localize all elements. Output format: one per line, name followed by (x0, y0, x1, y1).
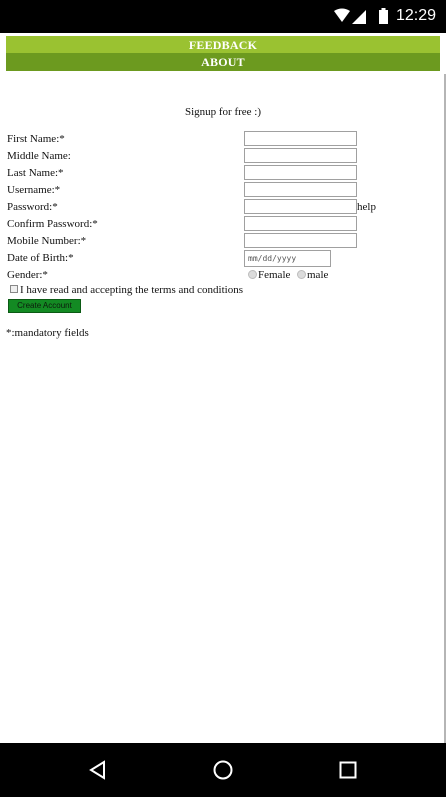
dob-input[interactable]: mm/dd/yyyy (244, 250, 331, 267)
nav-about[interactable]: ABOUT (6, 53, 440, 71)
battery-icon (379, 10, 388, 24)
first-name-label: First Name:* (7, 133, 65, 145)
first-name-row: First Name:* (7, 131, 437, 148)
username-row: Username:* (7, 182, 437, 199)
password-label: Password:* (7, 201, 58, 213)
mobile-row: Mobile Number:* (7, 233, 437, 250)
status-icons (334, 8, 388, 24)
gender-label: Gender:* (7, 269, 48, 281)
dob-row: Date of Birth:* mm/dd/yyyy (7, 250, 437, 267)
create-account-button[interactable]: Create Account (8, 299, 81, 313)
nav-feedback[interactable]: FEEDBACK (6, 36, 440, 54)
wifi-icon (334, 8, 350, 22)
home-icon[interactable] (211, 758, 235, 782)
password-input[interactable] (244, 199, 357, 214)
password-row: Password:* help (7, 199, 437, 216)
confirm-password-label: Confirm Password:* (7, 218, 98, 230)
password-help-link[interactable]: help (357, 201, 376, 213)
signup-heading: Signup for free :) (184, 106, 262, 118)
confirm-password-input[interactable] (244, 216, 357, 231)
first-name-input[interactable] (244, 131, 357, 146)
last-name-input[interactable] (244, 165, 357, 180)
username-input[interactable] (244, 182, 357, 197)
dob-label: Date of Birth:* (7, 252, 74, 264)
middle-name-label: Middle Name: (7, 150, 71, 162)
username-label: Username:* (7, 184, 61, 196)
android-nav-bar (0, 743, 446, 797)
mobile-input[interactable] (244, 233, 357, 248)
gender-female-radio[interactable] (248, 270, 257, 279)
gender-female-label: Female (258, 269, 291, 281)
back-icon[interactable] (86, 758, 110, 782)
middle-name-row: Middle Name: (7, 148, 437, 165)
terms-label: I have read and accepting the terms and … (20, 284, 243, 296)
recents-icon[interactable] (336, 758, 360, 782)
mandatory-note: *:mandatory fields (6, 327, 89, 339)
confirm-password-row: Confirm Password:* (7, 216, 437, 233)
gender-male-radio[interactable] (297, 270, 306, 279)
clock: 12:29 (395, 7, 436, 24)
mobile-label: Mobile Number:* (7, 235, 87, 247)
middle-name-input[interactable] (244, 148, 357, 163)
gender-row: Gender:* Female male (7, 267, 437, 284)
last-name-label: Last Name:* (7, 167, 64, 179)
gender-male-label: male (307, 269, 329, 281)
signal-icon (352, 10, 366, 24)
last-name-row: Last Name:* (7, 165, 437, 182)
status-bar: 12:29 (0, 0, 446, 33)
terms-checkbox[interactable] (10, 285, 18, 293)
